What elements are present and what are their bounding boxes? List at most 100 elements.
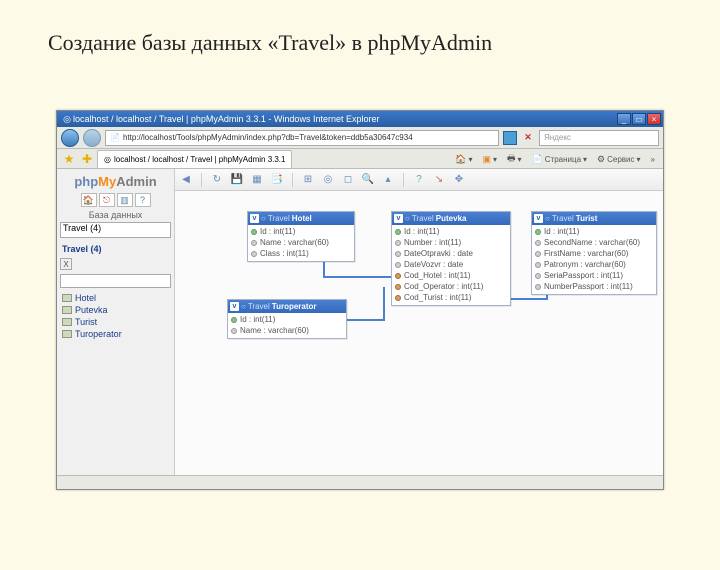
phpmyadmin-sidebar: phpMyAdmin 🏠 ⎋ ▥ ? База данных Travel (4… <box>57 169 175 475</box>
field-class[interactable]: Class : int(11) <box>251 248 351 259</box>
maximize-button[interactable]: ▭ <box>632 113 646 125</box>
sidebar-toolbar: 🏠 ⎋ ▥ ? <box>60 193 171 207</box>
field-number[interactable]: Number : int(11) <box>395 237 507 248</box>
url-input[interactable]: 📄 http://localhost/Tools/phpMyAdmin/inde… <box>105 130 499 146</box>
new-table-icon[interactable]: ▦ <box>250 173 264 187</box>
collapse-icon[interactable]: v <box>534 214 543 223</box>
home-button[interactable]: 🏠▾ <box>451 151 476 167</box>
show-all-icon[interactable]: ◎ <box>321 173 335 187</box>
save-icon[interactable]: 💾 <box>230 173 244 187</box>
table-db: Travel <box>268 214 290 223</box>
circle-icon: ○ <box>241 302 246 311</box>
field-name[interactable]: Name : varchar(60) <box>251 237 351 248</box>
exit-icon[interactable]: ⎋ <box>99 193 115 207</box>
tools-menu[interactable]: ⚙Сервис ▾ <box>593 151 645 167</box>
page-icon: 📄 <box>110 133 120 142</box>
field-id[interactable]: Id : int(11) <box>251 226 351 237</box>
database-select[interactable]: Travel (4) <box>60 222 171 238</box>
app-icon: ◎ <box>61 114 73 125</box>
sql-icon[interactable]: ▥ <box>117 193 133 207</box>
table-name: Hotel <box>292 214 312 223</box>
table-name: Turoperator <box>272 302 317 311</box>
table-fields: Id : int(11) Name : varchar(60) <box>228 313 346 338</box>
table-name: Putevka <box>436 214 467 223</box>
field-datevozvr[interactable]: DateVozvr : date <box>395 259 507 270</box>
page-icon: 📄 <box>532 154 543 165</box>
browser-window: ◎ localhost / localhost / Travel | phpMy… <box>56 110 664 490</box>
close-button[interactable]: × <box>647 113 661 125</box>
back-button[interactable] <box>61 129 79 147</box>
browser-tab[interactable]: ◎ localhost / localhost / Travel | phpMy… <box>97 150 292 168</box>
sidebar-table-hotel[interactable]: Hotel <box>62 292 171 304</box>
clear-filter-button[interactable]: X <box>60 258 72 270</box>
field-secondname[interactable]: SecondName : varchar(60) <box>535 237 653 248</box>
go-button[interactable] <box>503 131 517 145</box>
help-icon[interactable]: ? <box>412 173 426 187</box>
collapse-icon[interactable]: v <box>250 214 259 223</box>
table-name: Turist <box>576 214 598 223</box>
sidebar-table-turist[interactable]: Turist <box>62 316 171 328</box>
minimize-button[interactable]: _ <box>617 113 631 125</box>
field-id[interactable]: Id : int(11) <box>395 226 507 237</box>
table-list: Hotel Putevka Turist Turoperator <box>62 292 171 340</box>
field-patronym[interactable]: Patronym : varchar(60) <box>535 259 653 270</box>
table-filter-input[interactable] <box>60 274 171 288</box>
sidebar-table-putevka[interactable]: Putevka <box>62 304 171 316</box>
tab-bar: ★ ✚ ◎ localhost / localhost / Travel | p… <box>57 149 663 169</box>
toggle-grid-icon[interactable]: ⊞ <box>301 173 315 187</box>
print-button[interactable]: 🖶▾ <box>503 151 526 167</box>
table-header[interactable]: v ○ Travel Putevka <box>392 212 510 225</box>
field-cod-hotel[interactable]: Cod_Hotel : int(11) <box>395 270 507 281</box>
diagram-canvas[interactable]: v ○ Travel Hotel Id : int(11) Name : var… <box>175 191 663 475</box>
table-turoperator[interactable]: v ○ Travel Turoperator Id : int(11) Name… <box>227 299 347 339</box>
add-favorite-icon[interactable]: ✚ <box>79 151 95 167</box>
browser-content: phpMyAdmin 🏠 ⎋ ▥ ? База данных Travel (4… <box>57 169 663 475</box>
field-dateotpravki[interactable]: DateOtpravki : date <box>395 248 507 259</box>
table-header[interactable]: v ○ Travel Hotel <box>248 212 354 225</box>
window-title: localhost / localhost / Travel | phpMyAd… <box>73 114 617 124</box>
pdf-icon[interactable]: 📑 <box>270 173 284 187</box>
field-cod-operator[interactable]: Cod_Operator : int(11) <box>395 281 507 292</box>
forward-button[interactable] <box>83 129 101 147</box>
stop-button[interactable]: ✕ <box>521 131 535 145</box>
table-db: Travel <box>552 214 574 223</box>
table-header[interactable]: v ○ Travel Turist <box>532 212 656 225</box>
table-turist[interactable]: v ○ Travel Turist Id : int(11) SecondNam… <box>531 211 657 295</box>
field-numberpassport[interactable]: NumberPassport : int(11) <box>535 281 653 292</box>
help-icon[interactable]: ? <box>135 193 151 207</box>
zoom-in-icon[interactable]: 🔍 <box>361 173 375 187</box>
table-db: Travel <box>412 214 434 223</box>
table-header[interactable]: v ○ Travel Turoperator <box>228 300 346 313</box>
tab-title: localhost / localhost / Travel | phpMyAd… <box>114 155 286 164</box>
field-firstname[interactable]: FirstName : varchar(60) <box>535 248 653 259</box>
collapse-icon[interactable]: v <box>230 302 239 311</box>
database-link[interactable]: Travel (4) <box>62 244 171 254</box>
designer-toolbar: ◀ ↻ 💾 ▦ 📑 ⊞ ◎ ◻ 🔍 ▴ ? ↘ ✥ <box>175 169 663 191</box>
address-bar: 📄 http://localhost/Tools/phpMyAdmin/inde… <box>57 127 663 149</box>
field-cod-turist[interactable]: Cod_Turist : int(11) <box>395 292 507 303</box>
hide-icon[interactable]: ◻ <box>341 173 355 187</box>
favorites-icon[interactable]: ★ <box>61 151 77 167</box>
table-fields: Id : int(11) Number : int(11) DateOtprav… <box>392 225 510 305</box>
table-putevka[interactable]: v ○ Travel Putevka Id : int(11) Number :… <box>391 211 511 306</box>
collapse-icon[interactable]: v <box>394 214 403 223</box>
table-hotel[interactable]: v ○ Travel Hotel Id : int(11) Name : var… <box>247 211 355 262</box>
home-icon[interactable]: 🏠 <box>81 193 97 207</box>
field-seriapassport[interactable]: SeriaPassport : int(11) <box>535 270 653 281</box>
page-menu[interactable]: 📄Страница ▾ <box>528 151 592 167</box>
field-name[interactable]: Name : varchar(60) <box>231 325 343 336</box>
sidebar-table-turoperator[interactable]: Turoperator <box>62 328 171 340</box>
collapse-icon[interactable]: ◀ <box>179 173 193 187</box>
circle-icon: ○ <box>405 214 410 223</box>
search-input[interactable]: Яндекс <box>539 130 659 146</box>
snap-icon[interactable]: ▴ <box>381 173 395 187</box>
window-titlebar[interactable]: ◎ localhost / localhost / Travel | phpMy… <box>57 111 663 127</box>
circle-icon: ○ <box>261 214 266 223</box>
reload-icon[interactable]: ↻ <box>210 173 224 187</box>
more-button[interactable]: » <box>647 151 659 167</box>
field-id[interactable]: Id : int(11) <box>535 226 653 237</box>
feed-button[interactable]: ▣▾ <box>479 151 502 167</box>
relation-icon[interactable]: ↘ <box>432 173 446 187</box>
field-id[interactable]: Id : int(11) <box>231 314 343 325</box>
move-icon[interactable]: ✥ <box>452 173 466 187</box>
